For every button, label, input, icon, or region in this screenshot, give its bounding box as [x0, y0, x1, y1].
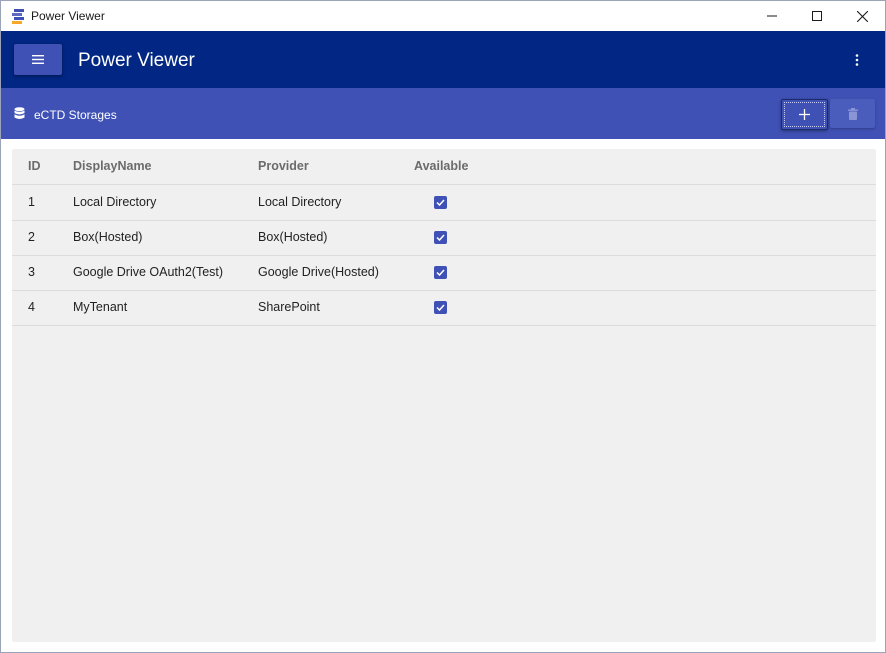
column-header-id[interactable]: ID — [28, 149, 41, 184]
cell-id: 4 — [28, 300, 35, 314]
table-header-row: ID DisplayName Provider Available — [12, 149, 876, 185]
title-bar[interactable]: Power Viewer — [1, 1, 885, 31]
cell-provider: Local Directory — [258, 195, 342, 209]
maximize-icon — [812, 11, 822, 21]
check-icon — [436, 234, 445, 241]
table-row[interactable]: 2 Box(Hosted) Box(Hosted) — [12, 220, 876, 256]
column-header-available[interactable]: Available — [414, 149, 468, 184]
more-vertical-icon — [855, 54, 859, 66]
table-row[interactable]: 1 Local Directory Local Directory — [12, 185, 876, 221]
storages-toolbar: eCTD Storages — [1, 88, 885, 139]
toolbar-title: eCTD Storages — [34, 108, 117, 122]
cell-provider: SharePoint — [258, 300, 320, 314]
maximize-button[interactable] — [794, 1, 840, 31]
database-icon — [14, 107, 25, 119]
available-checkbox[interactable] — [434, 231, 447, 244]
column-header-display-name[interactable]: DisplayName — [73, 149, 152, 184]
column-header-provider[interactable]: Provider — [258, 149, 309, 184]
window-title: Power Viewer — [31, 9, 105, 23]
app-header: Power Viewer — [1, 31, 885, 88]
hamburger-menu-icon — [32, 55, 44, 64]
cell-id: 2 — [28, 230, 35, 244]
check-icon — [436, 199, 445, 206]
close-button[interactable] — [839, 1, 885, 31]
cell-display-name: Google Drive OAuth2(Test) — [73, 265, 224, 279]
available-checkbox[interactable] — [434, 196, 447, 209]
minimize-icon — [767, 15, 777, 17]
cell-provider: Google Drive(Hosted) — [258, 265, 379, 279]
focus-outline — [784, 102, 825, 127]
add-storage-button[interactable] — [781, 99, 828, 130]
trash-icon — [847, 107, 858, 120]
cell-display-name: Local Directory — [73, 195, 157, 209]
minimize-button[interactable] — [749, 1, 795, 31]
storages-table: ID DisplayName Provider Available 1 Loca… — [12, 149, 876, 642]
table-row[interactable]: 4 MyTenant SharePoint — [12, 290, 876, 326]
check-icon — [436, 269, 445, 276]
app-title: Power Viewer — [78, 50, 195, 71]
more-options-button[interactable] — [847, 50, 867, 70]
app-window: Power Viewer Power Viewer eCTD Storages … — [0, 0, 886, 653]
available-checkbox[interactable] — [434, 301, 447, 314]
table-row[interactable]: 3 Google Drive OAuth2(Test) Google Drive… — [12, 255, 876, 291]
check-icon — [436, 304, 445, 311]
cell-display-name: Box(Hosted) — [73, 230, 143, 244]
menu-button[interactable] — [14, 44, 62, 75]
delete-storage-button[interactable] — [830, 99, 875, 128]
cell-display-name: MyTenant — [73, 300, 128, 314]
close-icon — [856, 10, 868, 22]
available-checkbox[interactable] — [434, 266, 447, 279]
power-viewer-logo-icon — [12, 9, 24, 24]
cell-provider: Box(Hosted) — [258, 230, 328, 244]
cell-id: 1 — [28, 195, 35, 209]
cell-id: 3 — [28, 265, 35, 279]
